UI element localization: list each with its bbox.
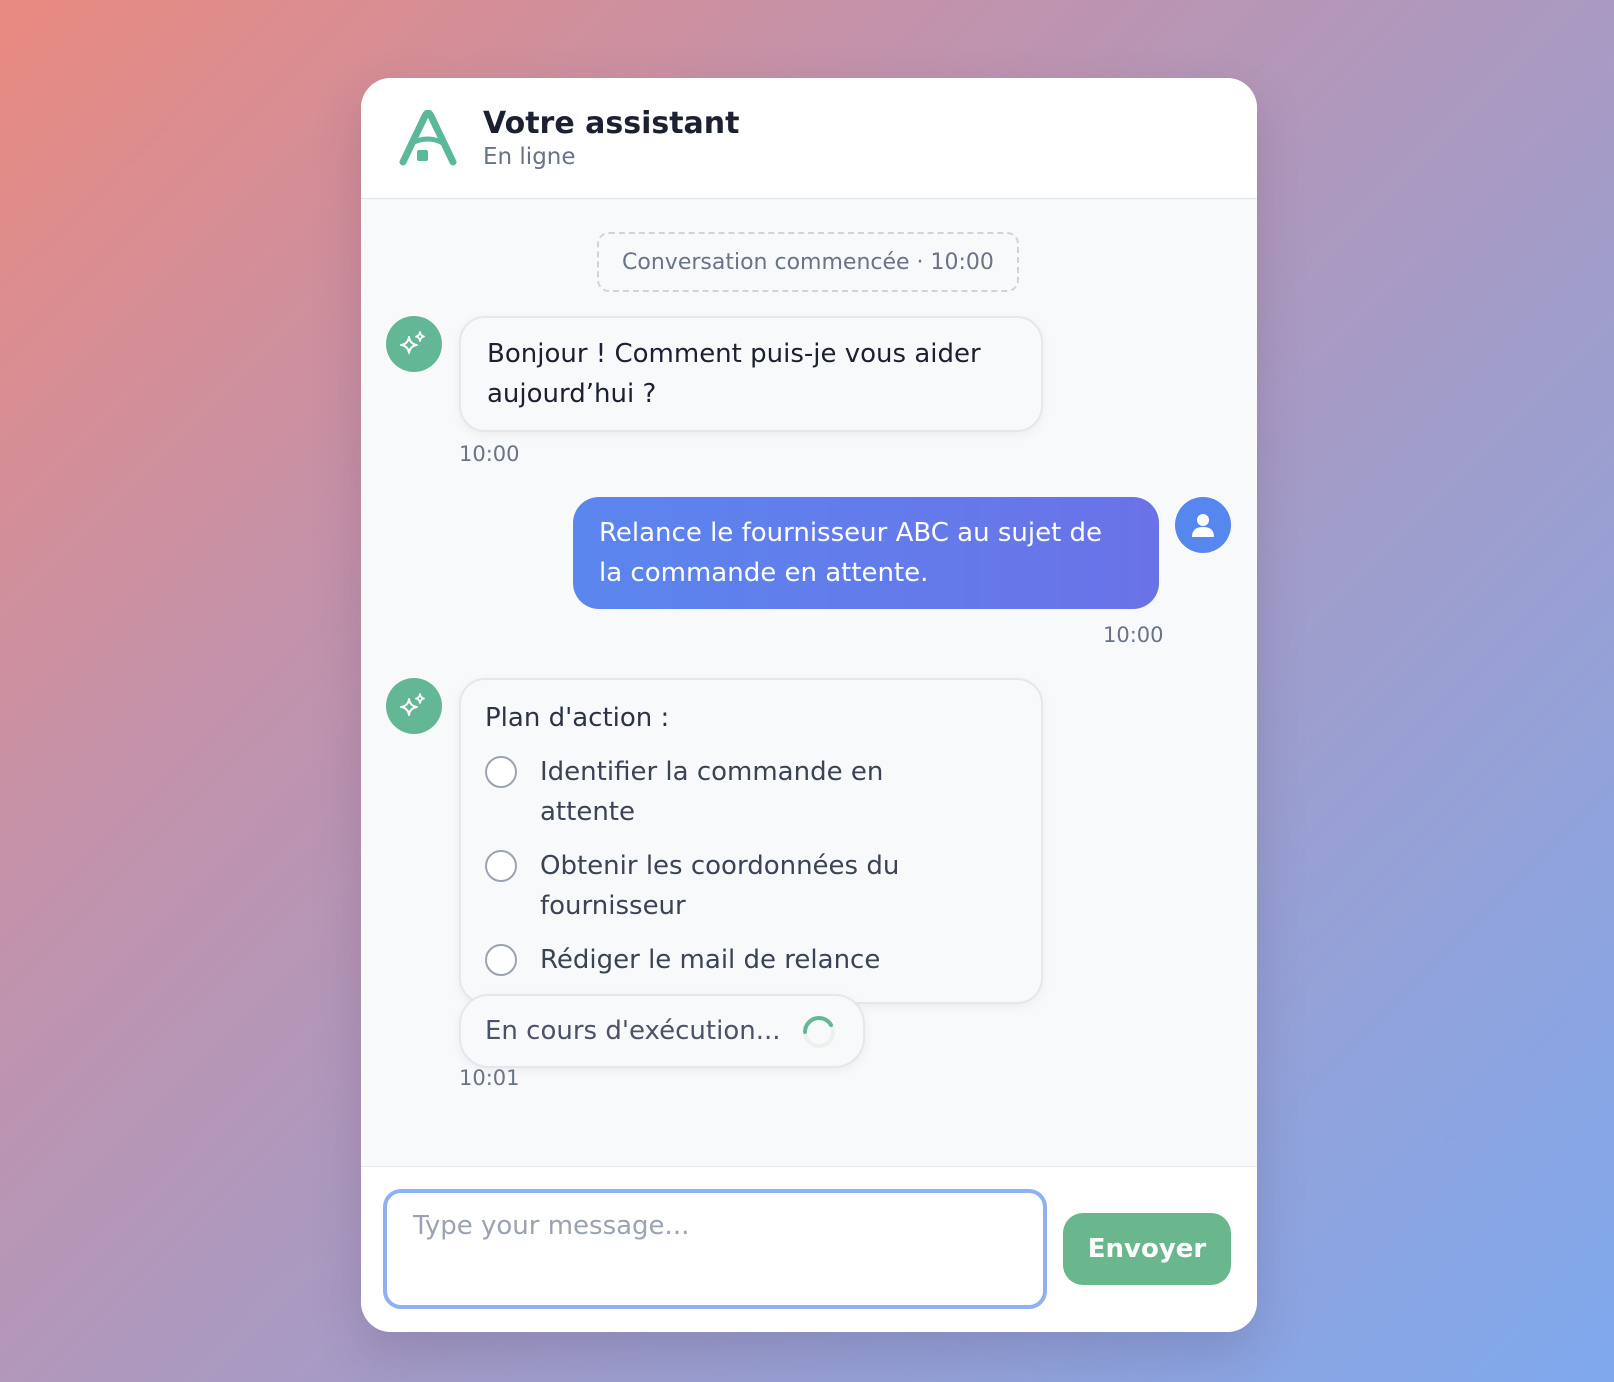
plan-item[interactable]: Rédiger le mail de relance	[485, 940, 1017, 980]
chat-window: Votre assistant En ligne Conversation co…	[361, 78, 1257, 1332]
assistant-message-bubble: Bonjour ! Comment puis-je vous aider auj…	[459, 316, 1043, 432]
send-button[interactable]: Envoyer	[1063, 1213, 1231, 1285]
execution-status-bubble: En cours d'exécution...	[459, 994, 865, 1068]
message-input[interactable]	[383, 1189, 1047, 1309]
plan-item-label: Obtenir les coordonnées du fournisseur	[540, 851, 900, 921]
execution-status-text: En cours d'exécution...	[485, 1016, 781, 1046]
letter-a-logo	[399, 110, 457, 166]
message-composer: Envoyer	[361, 1166, 1257, 1332]
message-timestamp: 10:00	[1103, 623, 1164, 647]
sparkle-icon	[400, 331, 425, 354]
user-message-text: Relance le fournisseur ABC au sujet de l…	[599, 518, 1103, 588]
online-status: En ligne	[483, 144, 576, 170]
plan-item-checkbox[interactable]	[485, 756, 517, 788]
plan-item-label: Identifier la commande en attente	[540, 757, 884, 827]
user-message-bubble: Relance le fournisseur ABC au sujet de l…	[573, 497, 1159, 609]
user-avatar	[1175, 497, 1231, 553]
assistant-avatar	[386, 678, 442, 734]
plan-item[interactable]: Obtenir les coordonnées du fournisseur	[485, 846, 1017, 926]
user-icon	[1192, 514, 1214, 537]
plan-item[interactable]: Identifier la commande en attente	[485, 752, 1017, 832]
header-title: Votre assistant	[483, 106, 740, 141]
plan-item-checkbox[interactable]	[485, 850, 517, 882]
conversation-start-notice: Conversation commencée · 10:00	[597, 232, 1019, 292]
message-timestamp: 10:01	[459, 1066, 520, 1090]
plan-item-label: Rédiger le mail de relance	[540, 945, 881, 975]
action-plan-bubble: Plan d'action : Identifier la commande e…	[459, 678, 1043, 1004]
plan-item-checkbox[interactable]	[485, 944, 517, 976]
action-plan-title: Plan d'action :	[485, 703, 670, 733]
assistant-avatar	[386, 316, 442, 372]
assistant-message-text: Bonjour ! Comment puis-je vous aider auj…	[487, 339, 981, 409]
loading-spinner-icon	[803, 1015, 835, 1048]
sparkle-icon	[400, 693, 425, 716]
conversation-start-text: Conversation commencée · 10:00	[622, 249, 994, 275]
chat-header: Votre assistant En ligne	[361, 78, 1257, 199]
message-timestamp: 10:00	[459, 442, 520, 466]
